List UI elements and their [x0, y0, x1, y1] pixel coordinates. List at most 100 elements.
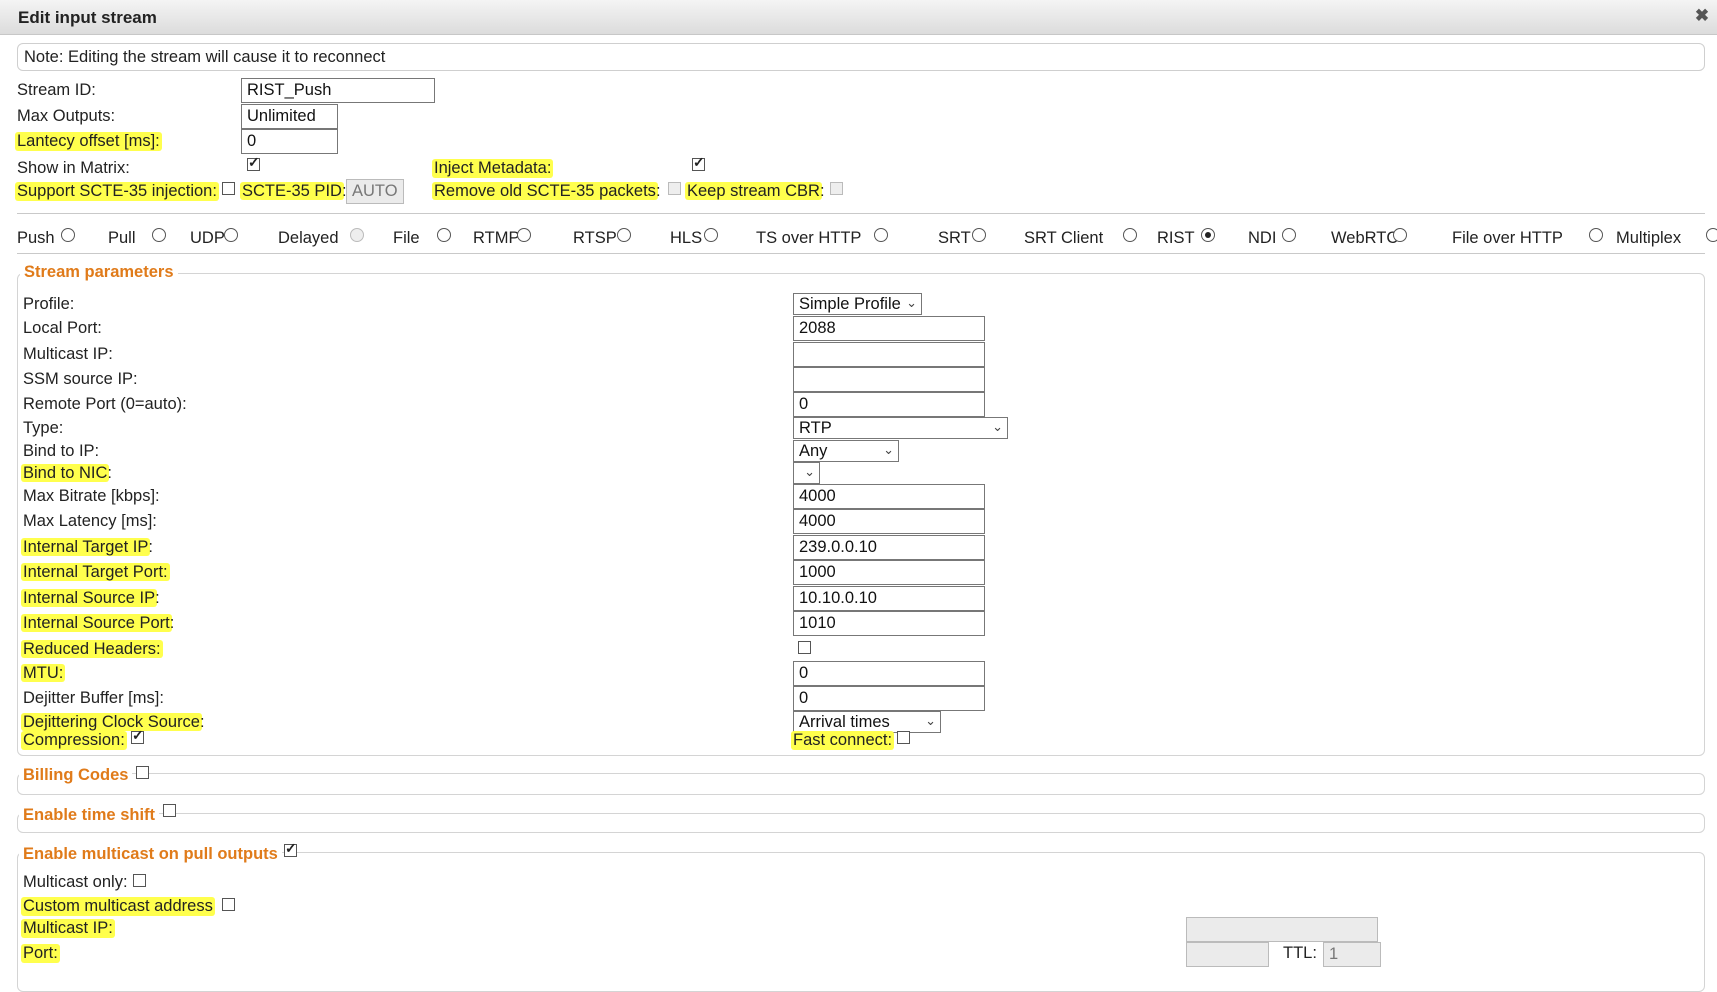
multicast-ip-input[interactable] — [1186, 917, 1378, 942]
param-input-internal-source-port[interactable] — [793, 611, 985, 636]
billing-codes-panel — [17, 773, 1705, 795]
fast-connect-checkbox[interactable] — [897, 731, 910, 744]
param-label-bind-to-nic: Bind to NIC: — [21, 464, 112, 483]
remove-scte35-checkbox[interactable] — [668, 182, 681, 195]
param-checkbox-reduced-headers[interactable] — [798, 641, 811, 654]
scte35-pid-label: SCTE-35 PID — [240, 182, 344, 200]
chevron-down-icon: ⌄ — [992, 419, 1003, 434]
compression-checkbox[interactable] — [131, 727, 144, 744]
param-select-profile[interactable]: Simple Profile ⌄ — [793, 293, 922, 315]
stream-id-label: Stream ID: — [17, 81, 96, 99]
param-input-remote-port-0-auto[interactable] — [793, 392, 985, 417]
remove-scte35-label-group: Remove old SCTE-35 packets: — [432, 182, 661, 201]
compression-label: Compression: — [21, 731, 127, 750]
param-label-internal-target-port: Internal Target Port: — [21, 563, 170, 582]
param-label-text: MTU: — [21, 664, 66, 682]
param-label-suffix: : — [169, 614, 175, 632]
param-select-value: Any — [799, 442, 828, 460]
ttl-input[interactable] — [1323, 942, 1381, 967]
reconnect-note: Note: Editing the stream will cause it t… — [17, 43, 1705, 71]
param-select-value: Arrival times — [799, 713, 890, 731]
scte35-injection-label: Support SCTE-35 injection: — [15, 182, 219, 201]
show-in-matrix-label: Show in Matrix: — [17, 159, 130, 177]
multicast-port-input[interactable] — [1186, 942, 1269, 967]
multicast-pull-checkbox[interactable] — [284, 840, 297, 857]
param-input-max-bitrate-kbps[interactable] — [793, 484, 985, 509]
ttl-label: TTL: — [1283, 944, 1317, 962]
param-input-multicast-ip[interactable] — [793, 342, 985, 367]
stream-type-label-file: File — [393, 229, 420, 247]
stream-type-radio-webrtc[interactable] — [1393, 228, 1407, 242]
billing-codes-legend: Billing Codes — [19, 766, 133, 785]
param-input-max-latency-ms[interactable] — [793, 509, 985, 534]
stream-type-label-srt: SRT — [938, 229, 971, 247]
param-input-local-port[interactable] — [793, 316, 985, 341]
param-input-internal-target-port[interactable] — [793, 560, 985, 585]
param-label-suffix: : — [148, 538, 153, 556]
chevron-down-icon: ⌄ — [804, 464, 815, 479]
param-label-ssm-source-ip: SSM source IP: — [23, 370, 138, 389]
param-select-value: Simple Profile — [799, 295, 901, 313]
chevron-down-icon: ⌄ — [883, 442, 894, 457]
stream-type-radio-ts-over-http[interactable] — [874, 228, 888, 242]
param-label-text: Multicast IP: — [23, 345, 113, 363]
port-label: Port: — [21, 944, 60, 963]
param-select-bind-to-ip[interactable]: Any ⌄ — [793, 440, 899, 462]
param-label-dejitter-buffer-ms: Dejitter Buffer [ms]: — [23, 689, 164, 708]
stream-type-radio-hls[interactable] — [704, 228, 718, 242]
dialog-titlebar: Edit input stream ✖ — [0, 0, 1717, 35]
inject-metadata-checkbox[interactable] — [692, 154, 705, 171]
param-label-profile: Profile: — [23, 295, 74, 314]
param-input-internal-source-ip[interactable] — [793, 586, 985, 611]
billing-codes-checkbox[interactable] — [136, 766, 149, 779]
param-label-text: Dejitter Buffer [ms]: — [23, 689, 164, 707]
stream-type-label-hls: HLS — [670, 229, 703, 247]
scte35-injection-checkbox[interactable] — [222, 182, 235, 195]
stream-type-radio-push[interactable] — [61, 228, 75, 242]
param-label-text: Internal Source Port — [21, 614, 172, 632]
stream-type-radio-srt-client[interactable] — [1123, 228, 1137, 242]
stream-type-radio-rtmp[interactable] — [517, 228, 531, 242]
stream-id-input[interactable] — [241, 78, 435, 103]
remove-scte35-colon: : — [655, 182, 661, 200]
param-label-text: Remote Port (0=auto): — [23, 395, 187, 413]
param-input-dejitter-buffer-ms[interactable] — [793, 686, 985, 711]
scte35-pid-input[interactable] — [346, 179, 404, 204]
stream-type-radio-file-over-http[interactable] — [1589, 228, 1603, 242]
param-label-dejittering-clock-source: Dejittering Clock Source: — [21, 713, 205, 732]
max-outputs-input[interactable] — [241, 104, 338, 129]
stream-type-label-pull: Pull — [108, 229, 136, 247]
stream-type-radio-file[interactable] — [437, 228, 451, 242]
stream-type-radio-srt[interactable] — [972, 228, 986, 242]
param-input-internal-target-ip[interactable] — [793, 535, 985, 560]
param-select-type[interactable]: RTP ⌄ — [793, 417, 1008, 439]
stream-type-radio-udp[interactable] — [224, 228, 238, 242]
param-label-text: SSM source IP: — [23, 370, 138, 388]
stream-type-label-ndi: NDI — [1248, 229, 1277, 247]
latency-offset-input[interactable] — [241, 129, 338, 154]
multicast-only-checkbox[interactable] — [133, 874, 146, 887]
stream-type-radio-rtsp[interactable] — [617, 228, 631, 242]
keep-cbr-colon: : — [819, 182, 825, 200]
keep-cbr-checkbox[interactable] — [830, 182, 843, 195]
stream-type-radio-rist[interactable] — [1201, 228, 1215, 242]
stream-type-radio-multiplex[interactable] — [1706, 228, 1717, 242]
custom-multicast-label: Custom multicast address — [21, 897, 215, 916]
stream-type-radio-pull[interactable] — [152, 228, 166, 242]
param-label-type: Type: — [23, 419, 63, 438]
param-label-text: Profile: — [23, 295, 75, 313]
close-icon[interactable]: ✖ — [1693, 7, 1711, 25]
param-select-bind-to-nic[interactable]: ⌄ — [793, 462, 820, 484]
param-input-ssm-source-ip[interactable] — [793, 367, 985, 392]
param-input-mtu[interactable] — [793, 661, 985, 686]
param-select-dejittering-clock-source[interactable]: Arrival times ⌄ — [793, 711, 941, 733]
keep-cbr-label-group: Keep stream CBR: — [685, 182, 825, 201]
stream-type-label-rtsp: RTSP — [573, 229, 617, 247]
stream-type-label-delayed: Delayed — [278, 229, 339, 247]
time-shift-checkbox[interactable] — [163, 804, 176, 817]
param-select-value: RTP — [799, 419, 832, 437]
multicast-ip-label: Multicast IP: — [21, 919, 115, 938]
custom-multicast-checkbox[interactable] — [222, 898, 235, 911]
stream-type-radio-ndi[interactable] — [1282, 228, 1296, 242]
show-in-matrix-checkbox[interactable] — [247, 154, 260, 171]
